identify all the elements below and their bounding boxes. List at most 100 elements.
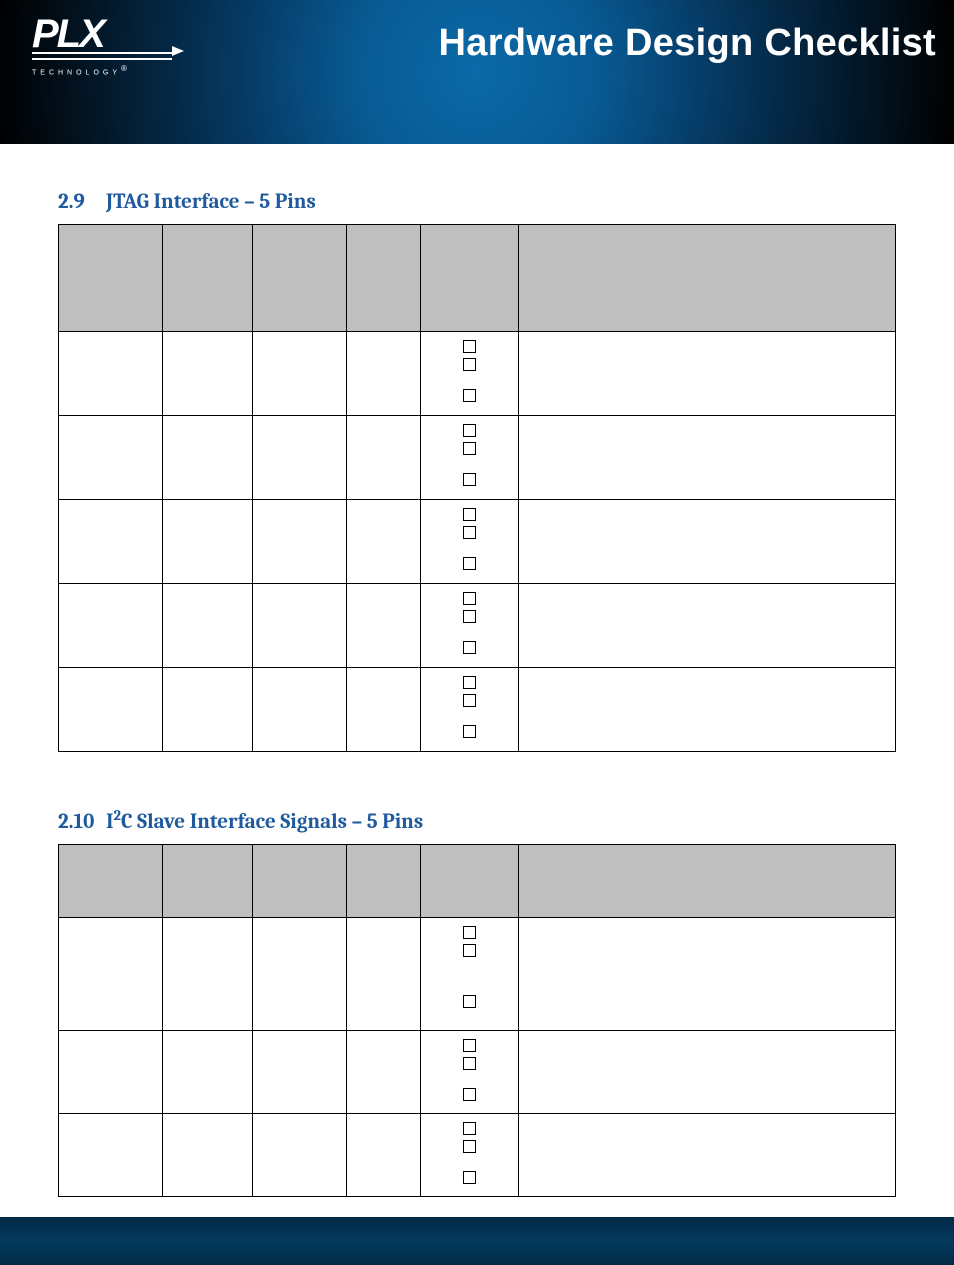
table-cell (253, 668, 347, 752)
checkbox-icon[interactable] (463, 340, 476, 353)
checkbox-icon[interactable] (463, 725, 476, 738)
checkbox-icon[interactable] (463, 1122, 476, 1135)
table-cell (163, 1114, 253, 1197)
checkbox-icon[interactable] (463, 610, 476, 623)
table-header-cell (59, 845, 163, 918)
checkbox-icon[interactable] (463, 508, 476, 521)
checkbox-icon[interactable] (463, 1057, 476, 1070)
table-cell (519, 332, 896, 416)
section-heading-jtag: 2.9JTAG Interface – 5 Pins (58, 190, 896, 214)
table-cell (253, 332, 347, 416)
table-header-cell (347, 225, 421, 332)
logo-text: PLX (32, 18, 131, 50)
checkbox-icon[interactable] (463, 442, 476, 455)
section-heading-i2c: 2.10I2C Slave Interface Signals – 5 Pins (58, 810, 896, 834)
table-cell (347, 584, 421, 668)
i2c-table (58, 844, 896, 1197)
table-cell (163, 918, 253, 1031)
table-cell (253, 1031, 347, 1114)
section-number: 2.9 (58, 190, 106, 214)
table-cell (519, 918, 896, 1031)
checkbox-icon[interactable] (463, 592, 476, 605)
jtag-table (58, 224, 896, 752)
table-cell (59, 1031, 163, 1114)
document-title: Hardware Design Checklist (439, 22, 936, 65)
checkbox-icon[interactable] (463, 358, 476, 371)
table-cell (59, 500, 163, 584)
table-row (59, 668, 896, 752)
table-cell (163, 668, 253, 752)
table-cell (163, 416, 253, 500)
table-cell (253, 1114, 347, 1197)
table-cell (519, 584, 896, 668)
table-row (59, 500, 896, 584)
table-header-cell (519, 225, 896, 332)
logo-line-icon (32, 58, 172, 60)
table-cell (59, 332, 163, 416)
logo: PLX TECHNOLOGY® (32, 18, 131, 76)
table-cell (59, 668, 163, 752)
table-header-cell (421, 845, 519, 918)
checkbox-cell (421, 918, 519, 1031)
table-header-cell (253, 225, 347, 332)
table-cell (347, 668, 421, 752)
checkbox-icon[interactable] (463, 676, 476, 689)
table-cell (253, 584, 347, 668)
checkbox-icon[interactable] (463, 526, 476, 539)
logo-subtext: TECHNOLOGY® (32, 64, 131, 76)
table-cell (59, 584, 163, 668)
checkbox-cell (421, 584, 519, 668)
table-header-cell (421, 225, 519, 332)
checkbox-cell (421, 416, 519, 500)
checkbox-icon[interactable] (463, 1140, 476, 1153)
table-cell (347, 500, 421, 584)
table-cell (253, 416, 347, 500)
checkbox-icon[interactable] (463, 641, 476, 654)
table-cell (59, 416, 163, 500)
table-cell (59, 918, 163, 1031)
checkbox-icon[interactable] (463, 389, 476, 402)
checkbox-icon[interactable] (463, 473, 476, 486)
table-header-row (59, 845, 896, 918)
table-header-cell (347, 845, 421, 918)
checkbox-cell (421, 1114, 519, 1197)
table-cell (519, 668, 896, 752)
table-cell (163, 1031, 253, 1114)
checkbox-icon[interactable] (463, 926, 476, 939)
footer-bar (0, 1217, 954, 1265)
table-header-cell (163, 225, 253, 332)
table-cell (347, 1114, 421, 1197)
checkbox-icon[interactable] (463, 557, 476, 570)
table-cell (519, 1031, 896, 1114)
table-header-cell (59, 225, 163, 332)
logo-arrow-icon (172, 46, 184, 56)
table-row (59, 332, 896, 416)
checkbox-cell (421, 668, 519, 752)
checkbox-cell (421, 1031, 519, 1114)
table-row (59, 918, 896, 1031)
checkbox-icon[interactable] (463, 694, 476, 707)
checkbox-icon[interactable] (463, 1088, 476, 1101)
checkbox-cell (421, 332, 519, 416)
logo-line-icon (32, 52, 172, 54)
table-cell (59, 1114, 163, 1197)
section-spacer (58, 752, 896, 810)
table-cell (253, 500, 347, 584)
checkbox-icon[interactable] (463, 1039, 476, 1052)
table-row (59, 416, 896, 500)
checkbox-cell (421, 500, 519, 584)
checkbox-icon[interactable] (463, 1171, 476, 1184)
checkbox-icon[interactable] (463, 424, 476, 437)
section-title: I2C Slave Interface Signals – 5 Pins (106, 810, 423, 834)
table-header-cell (519, 845, 896, 918)
table-cell (519, 416, 896, 500)
table-cell (347, 1031, 421, 1114)
page-body: 2.9JTAG Interface – 5 Pins (0, 144, 954, 1197)
table-row (59, 584, 896, 668)
table-cell (347, 332, 421, 416)
table-row (59, 1031, 896, 1114)
table-cell (519, 1114, 896, 1197)
checkbox-icon[interactable] (463, 995, 476, 1008)
table-header-row (59, 225, 896, 332)
checkbox-icon[interactable] (463, 944, 476, 957)
